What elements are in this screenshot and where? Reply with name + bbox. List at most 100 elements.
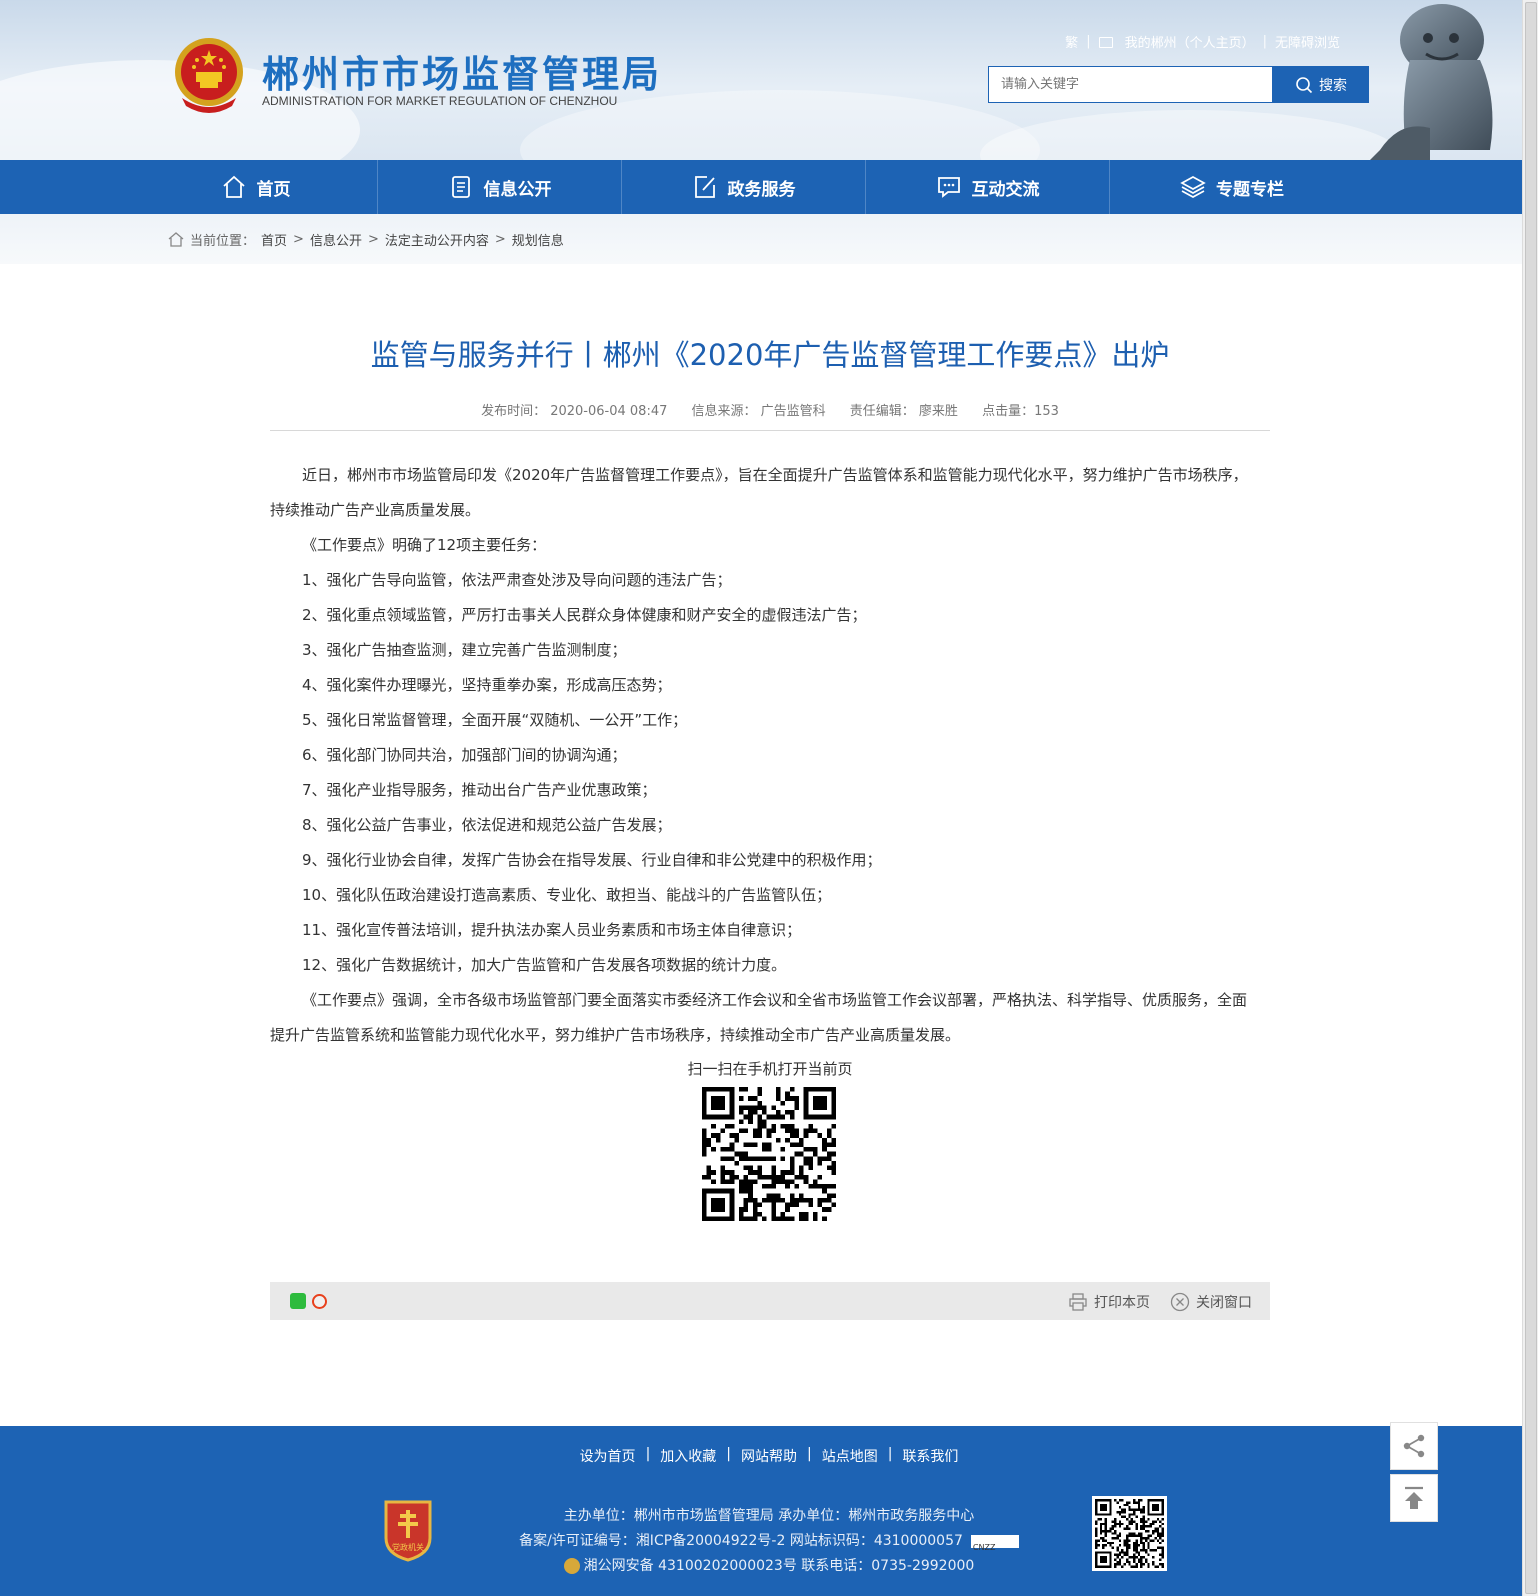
paragraph: 5、强化日常监督管理，全面开展“双随机、一公开”工作； <box>302 711 688 729</box>
footer-info: 主办单位：郴州市市场监督管理局 承办单位：郴州市政务服务中心 备案/许可证编号：… <box>0 1504 1538 1579</box>
search-input[interactable] <box>988 66 1273 103</box>
chat-icon <box>937 177 960 198</box>
header-cloud <box>980 110 1400 160</box>
breadcrumb-item-planning[interactable]: 规划信息 <box>512 230 564 249</box>
footer-icp[interactable]: 备案/许可证编号：湘ICP备20004922号-2 网站标识码：43100000… <box>519 1533 963 1549</box>
footer-links: 设为首页 | 加入收藏 | 网站帮助 | 站点地图 | 联系我们 <box>0 1446 1538 1466</box>
paragraph: 8、强化公益广告事业，依法促进和规范公益广告发展； <box>302 816 672 834</box>
layers-icon <box>1180 176 1206 198</box>
breadcrumb-prefix: 当前位置： <box>190 234 256 249</box>
footer-link-contact[interactable]: 联系我们 <box>892 1446 968 1466</box>
site-header: 郴州市市场监督管理局 ADMINISTRATION FOR MARKET REG… <box>0 0 1522 160</box>
paragraph: 《工作要点》强调，全市各级市场监管部门要全面落实市委经济工作会议和全省市场监管工… <box>270 991 1248 1044</box>
footer-link-favorite[interactable]: 加入收藏 <box>650 1446 726 1466</box>
site-title: 郴州市市场监督管理局 <box>262 53 662 96</box>
separator: | <box>1086 34 1091 49</box>
monitor-icon <box>1098 37 1113 48</box>
back-to-top-button[interactable] <box>1390 1474 1438 1522</box>
accessibility-link[interactable]: 无障碍浏览 <box>1275 32 1340 51</box>
footer-qr-image <box>1095 1499 1164 1568</box>
click-count: 点击量：153 <box>982 404 1059 419</box>
close-window-label: 关闭窗口 <box>1196 1295 1252 1311</box>
breadcrumb-item-home[interactable]: 首页 <box>261 230 287 249</box>
footer-sponsor: 主办单位：郴州市市场监督管理局 承办单位：郴州市政务服务中心 <box>563 1508 975 1524</box>
paragraph: 4、强化案件办理曝光，坚持重拳办案，形成高压态势； <box>302 676 672 694</box>
home-icon <box>222 175 245 198</box>
breadcrumb-separator: > <box>293 232 304 247</box>
share-bar: 打印本页 关闭窗口 <box>270 1282 1270 1320</box>
printer-icon <box>1069 1293 1087 1311</box>
responsible-editor: 责任编辑： 廖来胜 <box>849 404 958 419</box>
search-button[interactable]: 搜索 <box>1273 66 1369 103</box>
article-body: 近日，郴州市市场监管局印发《2020年广告监督管理工作要点》，旨在全面提升广告监… <box>270 458 1260 1053</box>
floating-share-button[interactable] <box>1390 1422 1438 1470</box>
nav-item-home[interactable]: 首页 <box>134 160 378 214</box>
paragraph: 11、强化宣传普法培训，提升执法办案人员业务素质和市场主体自律意识； <box>302 921 802 939</box>
weibo-icon[interactable] <box>312 1294 327 1309</box>
divider <box>270 430 1270 431</box>
footer-record-line: 备案/许可证编号：湘ICP备20004922号-2 网站标识码：43100000… <box>0 1529 1538 1560</box>
breadcrumb: 当前位置： 首页 > 信息公开 > 法定主动公开内容 > 规划信息 <box>168 230 564 249</box>
scrollbar-thumb[interactable] <box>1525 2 1537 1594</box>
document-icon <box>451 176 470 198</box>
footer-link-set-home[interactable]: 设为首页 <box>570 1446 646 1466</box>
page-qr-code <box>702 1087 836 1221</box>
footer-police-line: 湘公网安备 43100202000023号 联系电话：0735-2992000 <box>0 1554 1538 1579</box>
qr-caption: 扫一扫在手机打开当前页 <box>687 1060 853 1078</box>
search-box: 搜索 <box>988 66 1369 103</box>
footer-qr-code <box>1092 1496 1167 1571</box>
nav-item-label: 首页 <box>256 179 291 200</box>
stone-lion-image <box>1370 4 1493 160</box>
paragraph: 12、强化广告数据统计，加大广告监管和广告发展各项数据的统计力度。 <box>302 956 787 974</box>
publish-time: 发布时间： 2020-06-04 08:47 <box>481 404 668 419</box>
paragraph: 近日，郴州市市场监管局印发《2020年广告监督管理工作要点》，旨在全面提升广告监… <box>270 466 1248 519</box>
arrow-up-icon <box>1405 1486 1423 1509</box>
national-emblem-icon <box>175 38 243 113</box>
paragraph: 3、强化广告抽查监测，建立完善广告监测制度； <box>302 641 627 659</box>
search-button-label: 搜索 <box>1319 77 1347 94</box>
breadcrumb-separator: > <box>367 232 379 247</box>
my-chenzhou-link[interactable]: 我的郴州（个人主页） <box>1125 32 1255 51</box>
page-scrollbar[interactable] <box>1522 0 1538 1596</box>
footer-link-help[interactable]: 网站帮助 <box>731 1446 807 1466</box>
paragraph: 9、强化行业协会自律，发挥广告协会在指导发展、行业自律和非公党建中的积极作用； <box>302 851 882 869</box>
nav-item-label: 专题专栏 <box>1216 179 1284 200</box>
article-meta: 发布时间： 2020-06-04 08:47 信息来源： 广告监管科 责任编辑：… <box>270 400 1270 419</box>
nav-item-interaction[interactable]: 互动交流 <box>866 160 1110 214</box>
close-window-button[interactable]: 关闭窗口 <box>1170 1292 1252 1312</box>
paragraph: 《工作要点》明确了12项主要任务： <box>302 536 547 554</box>
footer-link-sitemap[interactable]: 站点地图 <box>812 1446 888 1466</box>
nav-item-info-disclosure[interactable]: 信息公开 <box>378 160 622 214</box>
breadcrumb-item-statutory[interactable]: 法定主动公开内容 <box>385 230 489 249</box>
close-circle-icon <box>1170 1292 1190 1312</box>
top-links: 繁 | 我的郴州（个人主页） | 无障碍浏览 <box>1065 32 1340 51</box>
paragraph: 10、强化队伍政治建设打造高素质、专业化、敢担当、能战斗的广告监管队伍； <box>302 886 832 904</box>
breadcrumb-separator: > <box>494 232 506 247</box>
wechat-icon[interactable] <box>290 1293 306 1309</box>
print-page-label: 打印本页 <box>1094 1295 1150 1311</box>
paragraph: 1、强化广告导向监管，依法严肃查处涉及导向问题的违法广告； <box>302 571 732 589</box>
paragraph: 2、强化重点领域监管，严厉打击事关人民群众身体健康和财产安全的虚假违法广告； <box>302 606 867 624</box>
traditional-chinese-link[interactable]: 繁 <box>1065 32 1078 51</box>
share-icon <box>1403 1434 1425 1458</box>
nav-item-gov-services[interactable]: 政务服务 <box>622 160 866 214</box>
article-title: 监管与服务并行丨郴州《2020年广告监督管理工作要点》出炉 <box>370 338 1170 372</box>
breadcrumb-item-info[interactable]: 信息公开 <box>310 230 362 249</box>
main-nav: 首页 信息公开 政务服务 互动交流 专题专栏 <box>0 160 1522 214</box>
separator: | <box>1262 34 1267 49</box>
paragraph: 7、强化产业指导服务，推动出台广告产业优惠政策； <box>302 781 657 799</box>
nav-item-label: 互动交流 <box>971 179 1040 200</box>
nav-item-special-topics[interactable]: 专题专栏 <box>1110 160 1354 214</box>
search-icon <box>1296 76 1313 93</box>
cnzz-icon[interactable] <box>970 1534 1019 1560</box>
info-source: 信息来源： 广告监管科 <box>691 404 826 419</box>
edit-icon <box>694 176 715 198</box>
footer-police-record[interactable]: 湘公网安备 43100202000023号 联系电话：0735-2992000 <box>584 1558 975 1574</box>
print-page-button[interactable]: 打印本页 <box>1068 1292 1150 1312</box>
nav-item-label: 政务服务 <box>727 179 796 200</box>
nav-item-label: 信息公开 <box>483 179 552 200</box>
home-icon <box>168 232 184 247</box>
site-subtitle: ADMINISTRATION FOR MARKET REGULATION OF … <box>262 94 618 108</box>
paragraph: 6、强化部门协同共治，加强部门间的协调沟通； <box>302 746 627 764</box>
site-footer: 设为首页 | 加入收藏 | 网站帮助 | 站点地图 | 联系我们 党政机关 主办… <box>0 1426 1522 1596</box>
